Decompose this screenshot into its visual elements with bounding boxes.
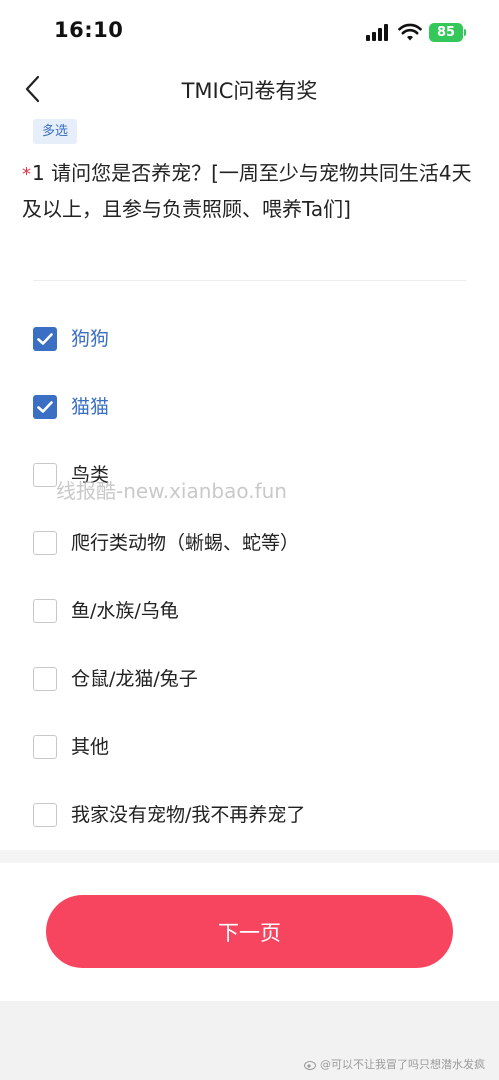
option-small-pets[interactable]: 仓鼠/龙猫/兔子 [33, 659, 473, 699]
next-page-button[interactable]: 下一页 [46, 895, 453, 968]
option-cat[interactable]: 猫猫 [33, 387, 473, 427]
credit-text: @可以不让我冒了吗只想潜水发疯 [320, 1058, 485, 1071]
battery-level: 85 [436, 25, 456, 40]
option-label: 鱼/水族/乌龟 [71, 600, 179, 622]
option-no-pets[interactable]: 我家没有宠物/我不再养宠了 [33, 795, 473, 835]
option-fish[interactable]: 鱼/水族/乌龟 [33, 591, 473, 631]
question-title: *1 请问您是否养宠？[一周至少与宠物共同生活4天及以上，且参与负责照顾、喂养T… [22, 156, 472, 226]
status-bar: 16:10 85 [0, 0, 499, 62]
cellular-signal-icon [366, 24, 388, 41]
page-title: TMIC问卷有奖 [181, 79, 318, 103]
footer: 下一页 [0, 863, 499, 1001]
watermark: 线报酷-new.xianbao.fun [56, 479, 287, 503]
status-time: 16:10 [54, 18, 124, 42]
option-other[interactable]: 其他 [33, 727, 473, 767]
weibo-icon [304, 1060, 316, 1070]
question-text: 1 请问您是否养宠？[一周至少与宠物共同生活4天及以上，且参与负责照顾、喂养Ta… [22, 161, 472, 221]
option-label: 猫猫 [71, 396, 110, 418]
credit-watermark: @可以不让我冒了吗只想潜水发疯 [304, 1056, 485, 1072]
option-label: 仓鼠/龙猫/兔子 [71, 668, 198, 690]
check-icon [37, 333, 53, 345]
bottom-area: @可以不让我冒了吗只想潜水发疯 [0, 1001, 499, 1080]
multi-select-tag: 多选 [33, 119, 78, 144]
checkbox-checked[interactable] [33, 327, 57, 351]
battery-indicator: 85 [429, 23, 463, 42]
checkbox-unchecked[interactable] [33, 599, 57, 623]
option-label: 其他 [71, 736, 110, 758]
checkbox-unchecked[interactable] [33, 667, 57, 691]
checkbox-unchecked[interactable] [33, 803, 57, 827]
check-icon [37, 401, 53, 413]
checkbox-checked[interactable] [33, 395, 57, 419]
battery-tip [464, 29, 466, 36]
required-mark: * [22, 164, 31, 185]
option-label: 狗狗 [71, 328, 110, 350]
option-label: 爬行类动物（蜥蜴、蛇等） [71, 532, 300, 554]
divider [33, 280, 466, 281]
nav-bar: TMIC问卷有奖 [0, 62, 499, 116]
checkbox-unchecked[interactable] [33, 463, 57, 487]
checkbox-unchecked[interactable] [33, 531, 57, 555]
section-gap [0, 850, 499, 863]
option-label: 我家没有宠物/我不再养宠了 [71, 804, 306, 826]
wifi-icon [398, 23, 422, 41]
option-dog[interactable]: 狗狗 [33, 319, 473, 359]
option-reptile[interactable]: 爬行类动物（蜥蜴、蛇等） [33, 523, 473, 563]
checkbox-unchecked[interactable] [33, 735, 57, 759]
